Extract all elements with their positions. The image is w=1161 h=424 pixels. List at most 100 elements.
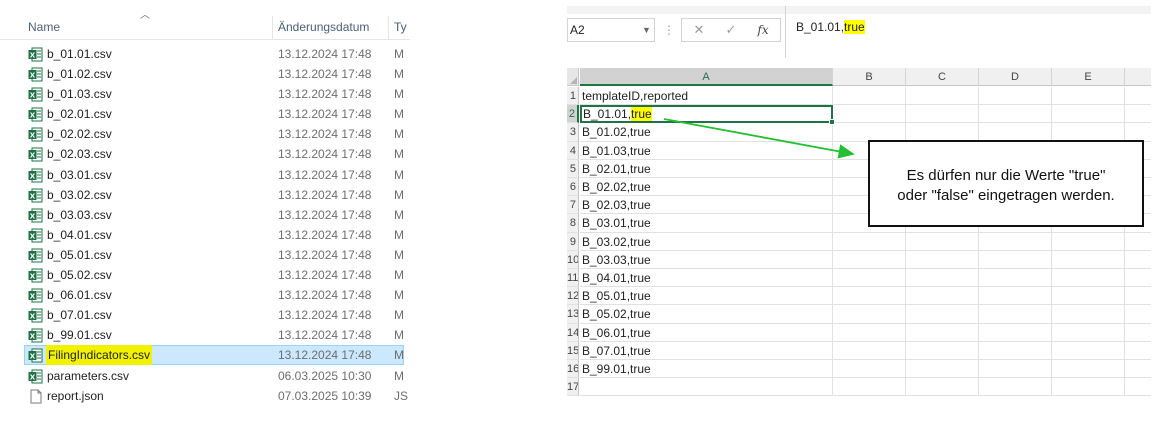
cell-a2[interactable]: B_01.01,true bbox=[580, 105, 835, 126]
file-row[interactable]: Xb_07.01.csv 13.12.2024 17:48 M bbox=[0, 305, 410, 325]
cell-b[interactable] bbox=[833, 269, 906, 288]
file-row[interactable]: Xb_01.03.csv 13.12.2024 17:48 M bbox=[0, 84, 410, 104]
cell-c[interactable] bbox=[906, 123, 979, 142]
cell-c[interactable] bbox=[906, 105, 979, 124]
column-header-b[interactable]: B bbox=[833, 68, 906, 86]
cell-d[interactable] bbox=[979, 250, 1052, 269]
cell-a[interactable]: B_06.01,true bbox=[580, 323, 833, 342]
cell-e[interactable] bbox=[1052, 269, 1125, 288]
cell-a[interactable]: B_02.02,true bbox=[580, 178, 833, 197]
cell-e[interactable] bbox=[1052, 305, 1125, 324]
cell-b[interactable] bbox=[833, 87, 906, 106]
cell-e[interactable] bbox=[1052, 123, 1125, 142]
cell-f[interactable] bbox=[1125, 269, 1151, 288]
file-row[interactable]: Xb_05.02.csv 13.12.2024 17:48 M bbox=[0, 265, 410, 285]
cell-d[interactable] bbox=[979, 232, 1052, 251]
cell-f[interactable] bbox=[1125, 105, 1151, 124]
cell-b[interactable] bbox=[833, 123, 906, 142]
cell-e[interactable] bbox=[1052, 250, 1125, 269]
row-header[interactable]: 7 bbox=[567, 196, 579, 215]
column-header-next[interactable] bbox=[1125, 68, 1151, 86]
chevron-down-icon[interactable]: ▼ bbox=[642, 19, 651, 41]
file-row[interactable]: Xb_05.01.csv 13.12.2024 17:48 M bbox=[0, 245, 410, 265]
row-header[interactable]: 9 bbox=[567, 232, 579, 251]
cell-d[interactable] bbox=[979, 378, 1052, 397]
column-divider[interactable] bbox=[272, 16, 273, 40]
column-header-date[interactable]: Änderungsdatum bbox=[278, 10, 382, 40]
cancel-icon[interactable]: ✕ bbox=[686, 19, 712, 41]
file-row[interactable]: Xb_02.03.csv 13.12.2024 17:48 M bbox=[0, 144, 410, 164]
cell-e[interactable] bbox=[1052, 287, 1125, 306]
cell-e[interactable] bbox=[1052, 232, 1125, 251]
column-header-type[interactable]: Ty bbox=[394, 10, 410, 40]
row-header[interactable]: 6 bbox=[567, 178, 579, 197]
row-header[interactable]: 1 bbox=[567, 87, 579, 106]
column-divider[interactable] bbox=[388, 16, 389, 40]
row-header[interactable]: 16 bbox=[567, 360, 579, 379]
row-header[interactable]: 12 bbox=[567, 287, 579, 306]
column-header-c[interactable]: C bbox=[906, 68, 979, 86]
cell-c[interactable] bbox=[906, 323, 979, 342]
column-header-name[interactable]: Name bbox=[28, 10, 268, 40]
row-header[interactable]: 15 bbox=[567, 341, 579, 360]
select-all-button[interactable] bbox=[567, 68, 579, 86]
cell-e[interactable] bbox=[1052, 323, 1125, 342]
cell-b[interactable] bbox=[833, 360, 906, 379]
column-header-e[interactable]: E bbox=[1052, 68, 1125, 86]
cell-a[interactable]: B_99.01,true bbox=[580, 360, 833, 379]
file-row[interactable]: Xparameters.csv 06.03.2025 10:30 M bbox=[0, 366, 410, 386]
cell-a[interactable]: B_05.02,true bbox=[580, 305, 833, 324]
cell-d[interactable] bbox=[979, 123, 1052, 142]
cell-f[interactable] bbox=[1125, 287, 1151, 306]
cell-c[interactable] bbox=[906, 250, 979, 269]
cell-c[interactable] bbox=[906, 360, 979, 379]
row-header[interactable]: 10 bbox=[567, 250, 579, 269]
enter-check-icon[interactable]: ✓ bbox=[718, 19, 744, 41]
cell-a[interactable]: B_01.02,true bbox=[580, 123, 833, 142]
cell-b[interactable] bbox=[833, 305, 906, 324]
cell-c[interactable] bbox=[906, 232, 979, 251]
cell-a[interactable]: B_07.01,true bbox=[580, 341, 833, 360]
file-row[interactable]: Xb_01.02.csv 13.12.2024 17:48 M bbox=[0, 64, 410, 84]
row-header[interactable]: 5 bbox=[567, 159, 579, 178]
column-header-d[interactable]: D bbox=[979, 68, 1052, 86]
cell-e[interactable] bbox=[1052, 378, 1125, 397]
cell-e[interactable] bbox=[1052, 360, 1125, 379]
cell-b[interactable] bbox=[833, 287, 906, 306]
column-header-a[interactable]: A bbox=[580, 68, 833, 86]
cell-e[interactable] bbox=[1052, 87, 1125, 106]
file-row[interactable]: Xb_01.01.csv 13.12.2024 17:48 M bbox=[0, 44, 410, 64]
row-header[interactable]: 2 bbox=[567, 105, 579, 124]
cell-f[interactable] bbox=[1125, 324, 1151, 342]
cell-c[interactable] bbox=[906, 378, 979, 397]
row-header[interactable]: 17 bbox=[567, 378, 579, 397]
formula-bar-grip-icon[interactable]: ⋮ bbox=[663, 18, 675, 42]
cell-d[interactable] bbox=[979, 305, 1052, 324]
fill-handle[interactable] bbox=[829, 119, 835, 126]
cell-d[interactable] bbox=[979, 360, 1052, 379]
cell-c[interactable] bbox=[906, 87, 979, 106]
cell-f[interactable] bbox=[1125, 305, 1151, 324]
cell-a[interactable]: B_03.03,true bbox=[580, 250, 833, 269]
name-box[interactable]: A2 ▼ bbox=[567, 18, 655, 42]
cell-a[interactable]: B_03.01,true bbox=[580, 214, 833, 233]
cell-c[interactable] bbox=[906, 269, 979, 288]
cell-d[interactable] bbox=[979, 287, 1052, 306]
cell-d[interactable] bbox=[979, 87, 1052, 106]
row-header[interactable]: 13 bbox=[567, 305, 579, 324]
file-row[interactable]: Xb_02.02.csv 13.12.2024 17:48 M bbox=[0, 124, 410, 144]
formula-input[interactable]: B_01.01,true bbox=[785, 6, 1151, 58]
cell-f[interactable] bbox=[1125, 87, 1151, 106]
file-row[interactable]: Xb_06.01.csv 13.12.2024 17:48 M bbox=[0, 285, 410, 305]
insert-function-icon[interactable]: fx bbox=[750, 19, 776, 41]
file-row[interactable]: report.json 07.03.2025 10:39 JS bbox=[0, 386, 410, 406]
cell-b[interactable] bbox=[833, 323, 906, 342]
file-row[interactable]: Xb_03.01.csv 13.12.2024 17:48 M bbox=[0, 165, 410, 185]
cell-b[interactable] bbox=[833, 378, 906, 397]
file-row[interactable]: X FilingIndicators.csv 13.12.2024 17:48 M bbox=[0, 345, 410, 366]
cell-f[interactable] bbox=[1125, 342, 1151, 360]
cell-c[interactable] bbox=[906, 305, 979, 324]
cell-d[interactable] bbox=[979, 341, 1052, 360]
cell-b[interactable] bbox=[833, 341, 906, 360]
cell-a[interactable]: templateID,reported bbox=[580, 87, 833, 106]
